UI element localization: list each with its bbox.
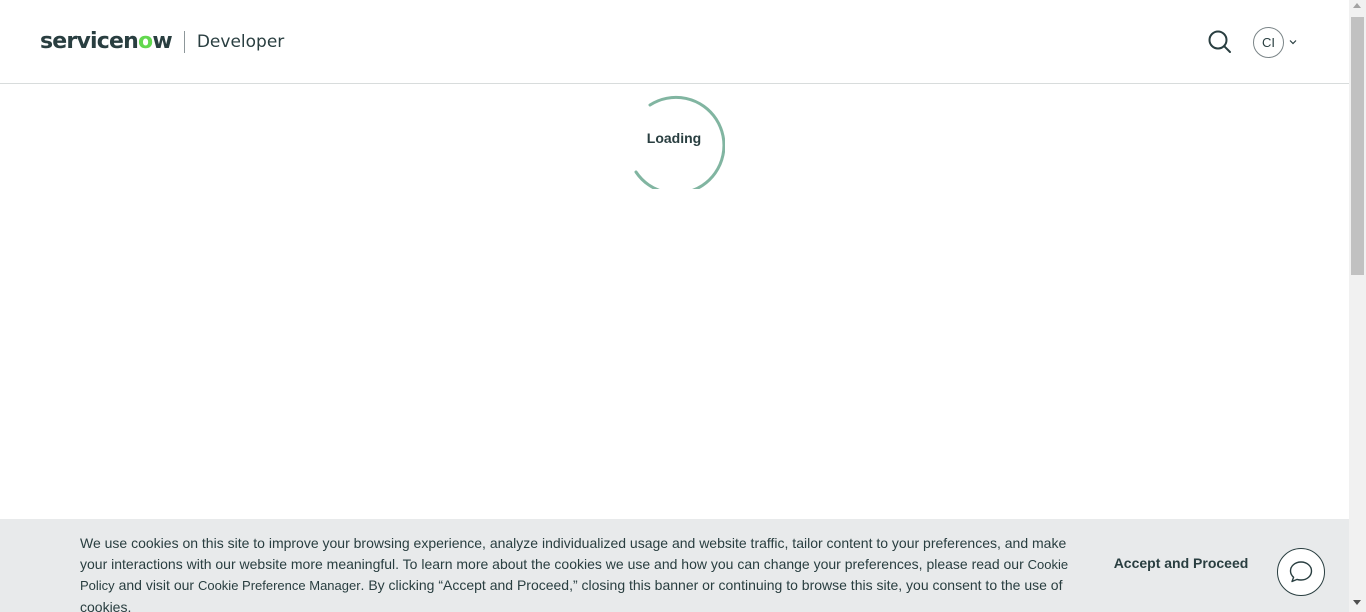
cookie-message: We use cookies on this site to improve y…	[80, 535, 1069, 612]
scroll-up-arrow[interactable]	[1353, 3, 1361, 8]
cookie-banner: We use cookies on this site to improve y…	[0, 519, 1349, 612]
cookie-preference-manager-link[interactable]: Cookie Preference Manager	[198, 578, 361, 593]
loading-label: Loading	[646, 130, 702, 146]
chat-bubble-icon	[1289, 561, 1313, 583]
loading-spinner: Loading	[623, 87, 725, 189]
servicenow-logo[interactable]: servicenow	[40, 28, 173, 56]
product-name[interactable]: Developer	[197, 28, 284, 56]
search-icon	[1208, 30, 1231, 53]
chevron-down-icon	[1289, 40, 1297, 45]
brand-divider	[183, 31, 185, 53]
accept-and-proceed-button[interactable]: Accept and Proceed	[1110, 555, 1252, 577]
scroll-down-arrow[interactable]	[1353, 600, 1361, 605]
user-menu[interactable]: CI	[1253, 26, 1298, 58]
brand[interactable]: servicenow Developer	[40, 27, 284, 57]
vertical-scrollbar[interactable]	[1349, 0, 1366, 612]
scroll-thumb[interactable]	[1351, 17, 1364, 275]
site-header: servicenow Developer CI	[0, 0, 1349, 84]
page: servicenow Developer CI Loading We use c…	[0, 0, 1366, 612]
chat-button[interactable]	[1277, 548, 1325, 596]
avatar[interactable]: CI	[1253, 26, 1284, 58]
search-button[interactable]	[1206, 28, 1234, 56]
